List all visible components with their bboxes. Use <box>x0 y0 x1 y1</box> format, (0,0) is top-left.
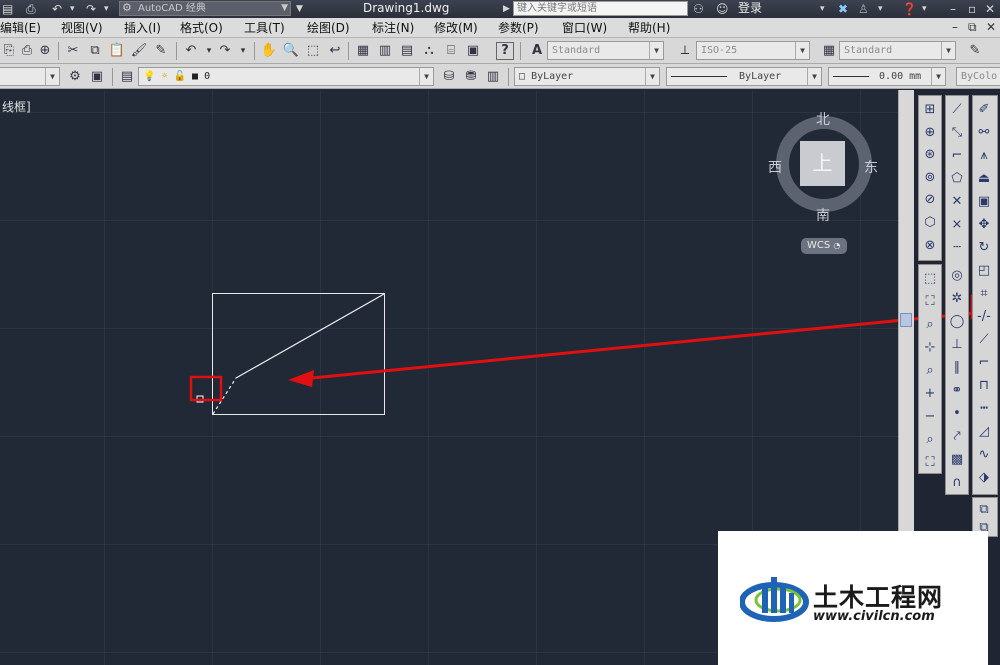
wcs-menu[interactable]: WCS ◔ <box>801 238 847 254</box>
zoom-in-icon[interactable]: + <box>921 384 939 403</box>
circle-icon[interactable]: ┄ <box>948 238 966 257</box>
point-icon[interactable]: ⚭ <box>948 381 966 400</box>
drawn-rectangle[interactable] <box>212 293 385 415</box>
ellipse-icon[interactable]: ◯ <box>948 312 966 331</box>
zoom-window-dock-icon[interactable]: ⬚ <box>921 269 939 288</box>
highlight-box-cursor <box>189 375 223 402</box>
compass-east[interactable]: 东 <box>864 157 878 177</box>
extend-icon[interactable]: ⟋ <box>975 330 993 349</box>
make-block-icon[interactable]: ∥ <box>948 358 966 377</box>
wcs-label: WCS <box>807 240 831 251</box>
zoom-all-icon[interactable]: ⌕ <box>921 430 939 449</box>
offset-icon[interactable]: ⏏ <box>975 169 993 188</box>
orbit-icon[interactable]: ⊛ <box>921 145 939 164</box>
watermark-url: www.civilcn.com <box>813 609 935 624</box>
watermark: 土木工程网 www.civilcn.com <box>718 531 988 665</box>
hatch-icon[interactable]: • <box>948 404 966 423</box>
revision-cloud-icon[interactable]: ◎ <box>948 266 966 285</box>
array-icon[interactable]: ▣ <box>975 192 993 211</box>
zoom-dynamic-icon[interactable]: ⛶ <box>921 292 939 311</box>
compass-south[interactable]: 南 <box>816 205 830 225</box>
compass-west[interactable]: 西 <box>768 157 782 177</box>
annotation-arrow-line <box>301 311 976 381</box>
zoom-toolbar: ⬚ ⛶ ⌕ ⊹ ⌕ + − ⌕ ⛶ <box>918 264 942 474</box>
gradient-icon[interactable]: ⤤ <box>948 427 966 446</box>
stretch-icon[interactable]: ⌗ <box>975 284 993 303</box>
scale-icon[interactable]: ◰ <box>975 261 993 280</box>
polygon-icon[interactable]: ⬠ <box>948 169 966 188</box>
move-icon[interactable]: ✥ <box>975 215 993 234</box>
scrollbar-thumb[interactable] <box>900 313 912 327</box>
modify-toolbar: ✐ ⚯ ⩚ ⏏ ▣ ✥ ↻ ◰ ⌗ -/- ⟋ ⌐ ⊓ ┅ ◿ ∿ ⬗ <box>972 95 998 495</box>
3d-box-icon[interactable]: ⬡ <box>921 213 939 232</box>
explode-icon[interactable]: ⬗ <box>975 468 993 487</box>
construction-line-icon[interactable]: ⤡ <box>948 123 966 142</box>
insert-block-icon[interactable]: ⊥ <box>948 335 966 354</box>
mirror-icon[interactable]: ⩚ <box>975 146 993 165</box>
zoom-center-icon[interactable]: ⊹ <box>921 338 939 357</box>
trim-icon[interactable]: -/- <box>975 307 993 326</box>
viewcube-face-label: 上 <box>812 151 833 175</box>
civilcn-logo <box>740 577 809 622</box>
zoom-out-icon[interactable]: − <box>921 407 939 426</box>
draw-toolbar: ⟋ ⤡ ⌐ ⬠ ✕ ⨯ ┄ ◎ ✲ ◯ ⊥ ∥ ⚭ • ⤤ ▩ ∩ <box>945 95 969 495</box>
drawn-line[interactable] <box>235 293 385 379</box>
zoom-object-icon[interactable]: ⌕ <box>921 361 939 380</box>
break-icon[interactable]: ⌐ <box>975 353 993 372</box>
arc-icon[interactable]: ⨯ <box>948 215 966 234</box>
camera-icon[interactable]: ⊗ <box>921 236 939 255</box>
chamfer-icon[interactable]: ┅ <box>975 399 993 418</box>
viewcube[interactable]: 上 北 南 东 西 <box>768 108 883 225</box>
3d-globe-icon[interactable]: ⊕ <box>921 123 939 142</box>
polyline-icon[interactable]: ⌐ <box>948 146 966 165</box>
erase-icon[interactable]: ✐ <box>975 100 993 119</box>
spline-icon[interactable]: ✲ <box>948 289 966 308</box>
line-icon[interactable]: ⟋ <box>948 100 966 119</box>
copy-object-icon[interactable]: ⚯ <box>975 123 993 142</box>
rectangle-icon[interactable]: ✕ <box>948 192 966 211</box>
bring-to-front-icon[interactable]: ⧉ <box>975 500 993 519</box>
blend-icon[interactable]: ∿ <box>975 445 993 464</box>
annotation-arrow-head <box>288 370 314 387</box>
fillet-icon[interactable]: ◿ <box>975 422 993 441</box>
magnet-icon[interactable]: ∩ <box>948 473 966 492</box>
viewcube-top-face[interactable]: 上 <box>800 141 845 186</box>
view-toolbar: ⊞ ⊕ ⊛ ⊚ ⊘ ⬡ ⊗ <box>918 95 942 261</box>
named-views-icon[interactable]: ⊞ <box>921 100 939 119</box>
zoom-extents-icon[interactable]: ⛶ <box>921 453 939 472</box>
render-icon[interactable]: ⊘ <box>921 190 939 209</box>
compass-north[interactable]: 北 <box>816 109 830 129</box>
autocad-window: ▤ ⎙ ↶ ▾ ↷ ▾ ⚙ AutoCAD 经典 ▼ ▼ Drawing1.dw… <box>0 0 1000 665</box>
rubber-band-line <box>212 377 237 415</box>
free-orbit-icon[interactable]: ⊚ <box>921 168 939 187</box>
join-icon[interactable]: ⊓ <box>975 376 993 395</box>
rotate-icon[interactable]: ↻ <box>975 238 993 257</box>
region-icon[interactable]: ▩ <box>948 450 966 469</box>
zoom-scale-icon[interactable]: ⌕ <box>921 315 939 334</box>
